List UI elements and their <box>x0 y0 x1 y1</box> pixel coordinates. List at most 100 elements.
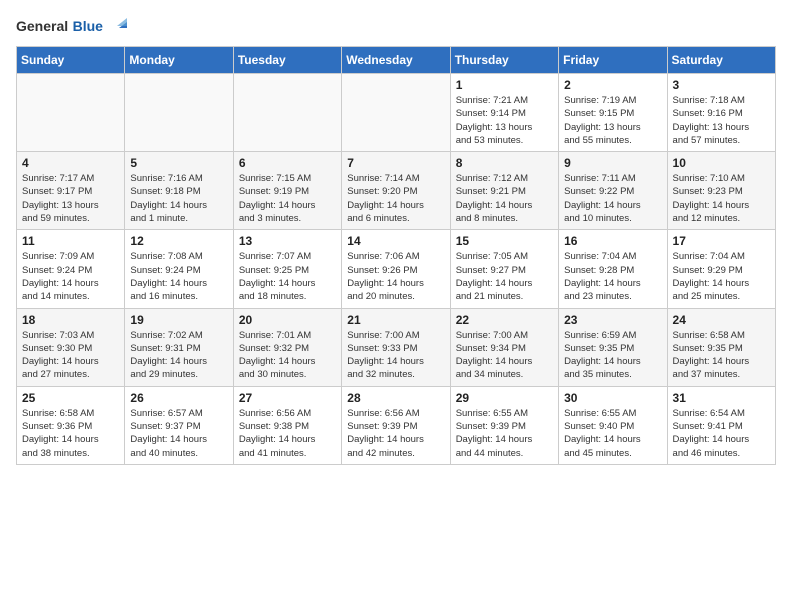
day-info: Sunrise: 7:15 AM Sunset: 9:19 PM Dayligh… <box>239 172 336 225</box>
calendar-header: SundayMondayTuesdayWednesdayThursdayFrid… <box>17 47 776 74</box>
day-number: 23 <box>564 313 661 327</box>
calendar-cell: 17 Sunrise: 7:04 AM Sunset: 9:29 PM Dayli… <box>667 230 775 308</box>
calendar-week-row: 1 Sunrise: 7:21 AM Sunset: 9:14 PM Daylig… <box>17 74 776 152</box>
weekday-header: Friday <box>559 47 667 74</box>
day-info: Sunrise: 6:54 AM Sunset: 9:41 PM Dayligh… <box>673 407 770 460</box>
day-number: 1 <box>456 78 553 92</box>
day-info: Sunrise: 7:04 AM Sunset: 9:29 PM Dayligh… <box>673 250 770 303</box>
day-number: 11 <box>22 234 119 248</box>
day-number: 12 <box>130 234 227 248</box>
logo-text-block: General Blue <box>16 18 103 36</box>
calendar-table: SundayMondayTuesdayWednesdayThursdayFrid… <box>16 46 776 465</box>
calendar-cell: 26 Sunrise: 6:57 AM Sunset: 9:37 PM Dayli… <box>125 386 233 464</box>
calendar-cell: 21 Sunrise: 7:00 AM Sunset: 9:33 PM Dayli… <box>342 308 450 386</box>
weekday-header: Saturday <box>667 47 775 74</box>
calendar-body: 1 Sunrise: 7:21 AM Sunset: 9:14 PM Daylig… <box>17 74 776 465</box>
day-number: 26 <box>130 391 227 405</box>
day-number: 3 <box>673 78 770 92</box>
day-info: Sunrise: 6:56 AM Sunset: 9:38 PM Dayligh… <box>239 407 336 460</box>
day-number: 29 <box>456 391 553 405</box>
day-info: Sunrise: 7:16 AM Sunset: 9:18 PM Dayligh… <box>130 172 227 225</box>
calendar-cell: 8Sunrise: 7:12 AM Sunset: 9:21 PM Daylig… <box>450 152 558 230</box>
day-number: 9 <box>564 156 661 170</box>
day-number: 16 <box>564 234 661 248</box>
calendar-cell: 30Sunrise: 6:55 AM Sunset: 9:40 PM Dayli… <box>559 386 667 464</box>
calendar-cell: 11 Sunrise: 7:09 AM Sunset: 9:24 PM Dayli… <box>17 230 125 308</box>
logo-bird-icon <box>105 16 127 38</box>
day-number: 15 <box>456 234 553 248</box>
calendar-cell: 16 Sunrise: 7:04 AM Sunset: 9:28 PM Dayli… <box>559 230 667 308</box>
day-number: 28 <box>347 391 444 405</box>
day-number: 22 <box>456 313 553 327</box>
day-number: 17 <box>673 234 770 248</box>
calendar-week-row: 18 Sunrise: 7:03 AM Sunset: 9:30 PM Dayli… <box>17 308 776 386</box>
calendar-cell <box>342 74 450 152</box>
calendar-cell: 29 Sunrise: 6:55 AM Sunset: 9:39 PM Dayli… <box>450 386 558 464</box>
calendar-cell: 13 Sunrise: 7:07 AM Sunset: 9:25 PM Dayli… <box>233 230 341 308</box>
calendar-cell <box>125 74 233 152</box>
day-number: 7 <box>347 156 444 170</box>
day-info: Sunrise: 7:08 AM Sunset: 9:24 PM Dayligh… <box>130 250 227 303</box>
calendar-cell: 15 Sunrise: 7:05 AM Sunset: 9:27 PM Dayli… <box>450 230 558 308</box>
day-number: 19 <box>130 313 227 327</box>
weekday-header: Sunday <box>17 47 125 74</box>
calendar-cell <box>233 74 341 152</box>
weekday-header: Thursday <box>450 47 558 74</box>
calendar-cell: 6Sunrise: 7:15 AM Sunset: 9:19 PM Daylig… <box>233 152 341 230</box>
day-number: 10 <box>673 156 770 170</box>
calendar-cell: 22 Sunrise: 7:00 AM Sunset: 9:34 PM Dayli… <box>450 308 558 386</box>
day-info: Sunrise: 6:57 AM Sunset: 9:37 PM Dayligh… <box>130 407 227 460</box>
logo-blue: Blue <box>73 18 103 34</box>
logo-container: General Blue <box>16 16 127 38</box>
day-info: Sunrise: 7:17 AM Sunset: 9:17 PM Dayligh… <box>22 172 119 225</box>
day-number: 21 <box>347 313 444 327</box>
day-info: Sunrise: 7:01 AM Sunset: 9:32 PM Dayligh… <box>239 329 336 382</box>
day-number: 31 <box>673 391 770 405</box>
day-info: Sunrise: 7:11 AM Sunset: 9:22 PM Dayligh… <box>564 172 661 225</box>
calendar-cell <box>17 74 125 152</box>
day-info: Sunrise: 7:19 AM Sunset: 9:15 PM Dayligh… <box>564 94 661 147</box>
calendar-cell: 19Sunrise: 7:02 AM Sunset: 9:31 PM Dayli… <box>125 308 233 386</box>
calendar-cell: 2 Sunrise: 7:19 AM Sunset: 9:15 PM Daylig… <box>559 74 667 152</box>
calendar-cell: 28 Sunrise: 6:56 AM Sunset: 9:39 PM Dayli… <box>342 386 450 464</box>
day-info: Sunrise: 7:21 AM Sunset: 9:14 PM Dayligh… <box>456 94 553 147</box>
calendar-cell: 4 Sunrise: 7:17 AM Sunset: 9:17 PM Daylig… <box>17 152 125 230</box>
calendar-cell: 23Sunrise: 6:59 AM Sunset: 9:35 PM Dayli… <box>559 308 667 386</box>
day-info: Sunrise: 7:07 AM Sunset: 9:25 PM Dayligh… <box>239 250 336 303</box>
day-info: Sunrise: 7:00 AM Sunset: 9:33 PM Dayligh… <box>347 329 444 382</box>
day-info: Sunrise: 7:09 AM Sunset: 9:24 PM Dayligh… <box>22 250 119 303</box>
day-info: Sunrise: 6:55 AM Sunset: 9:40 PM Dayligh… <box>564 407 661 460</box>
day-number: 13 <box>239 234 336 248</box>
weekday-header: Tuesday <box>233 47 341 74</box>
day-info: Sunrise: 6:58 AM Sunset: 9:36 PM Dayligh… <box>22 407 119 460</box>
calendar-cell: 31 Sunrise: 6:54 AM Sunset: 9:41 PM Dayli… <box>667 386 775 464</box>
calendar-cell: 12 Sunrise: 7:08 AM Sunset: 9:24 PM Dayli… <box>125 230 233 308</box>
day-info: Sunrise: 6:56 AM Sunset: 9:39 PM Dayligh… <box>347 407 444 460</box>
day-number: 24 <box>673 313 770 327</box>
calendar-cell: 25 Sunrise: 6:58 AM Sunset: 9:36 PM Dayli… <box>17 386 125 464</box>
day-number: 4 <box>22 156 119 170</box>
calendar-cell: 3Sunrise: 7:18 AM Sunset: 9:16 PM Daylig… <box>667 74 775 152</box>
calendar-week-row: 4 Sunrise: 7:17 AM Sunset: 9:17 PM Daylig… <box>17 152 776 230</box>
day-number: 8 <box>456 156 553 170</box>
weekday-header: Wednesday <box>342 47 450 74</box>
day-info: Sunrise: 7:00 AM Sunset: 9:34 PM Dayligh… <box>456 329 553 382</box>
calendar-cell: 14Sunrise: 7:06 AM Sunset: 9:26 PM Dayli… <box>342 230 450 308</box>
calendar-cell: 24Sunrise: 6:58 AM Sunset: 9:35 PM Dayli… <box>667 308 775 386</box>
day-info: Sunrise: 7:10 AM Sunset: 9:23 PM Dayligh… <box>673 172 770 225</box>
day-info: Sunrise: 7:05 AM Sunset: 9:27 PM Dayligh… <box>456 250 553 303</box>
page-header: General Blue <box>16 16 776 38</box>
calendar-cell: 27Sunrise: 6:56 AM Sunset: 9:38 PM Dayli… <box>233 386 341 464</box>
day-number: 20 <box>239 313 336 327</box>
day-number: 25 <box>22 391 119 405</box>
day-number: 18 <box>22 313 119 327</box>
weekday-header: Monday <box>125 47 233 74</box>
calendar-cell: 20 Sunrise: 7:01 AM Sunset: 9:32 PM Dayli… <box>233 308 341 386</box>
day-info: Sunrise: 7:04 AM Sunset: 9:28 PM Dayligh… <box>564 250 661 303</box>
day-number: 14 <box>347 234 444 248</box>
weekday-row: SundayMondayTuesdayWednesdayThursdayFrid… <box>17 47 776 74</box>
day-number: 2 <box>564 78 661 92</box>
day-info: Sunrise: 7:03 AM Sunset: 9:30 PM Dayligh… <box>22 329 119 382</box>
calendar-cell: 10 Sunrise: 7:10 AM Sunset: 9:23 PM Dayli… <box>667 152 775 230</box>
day-info: Sunrise: 6:55 AM Sunset: 9:39 PM Dayligh… <box>456 407 553 460</box>
